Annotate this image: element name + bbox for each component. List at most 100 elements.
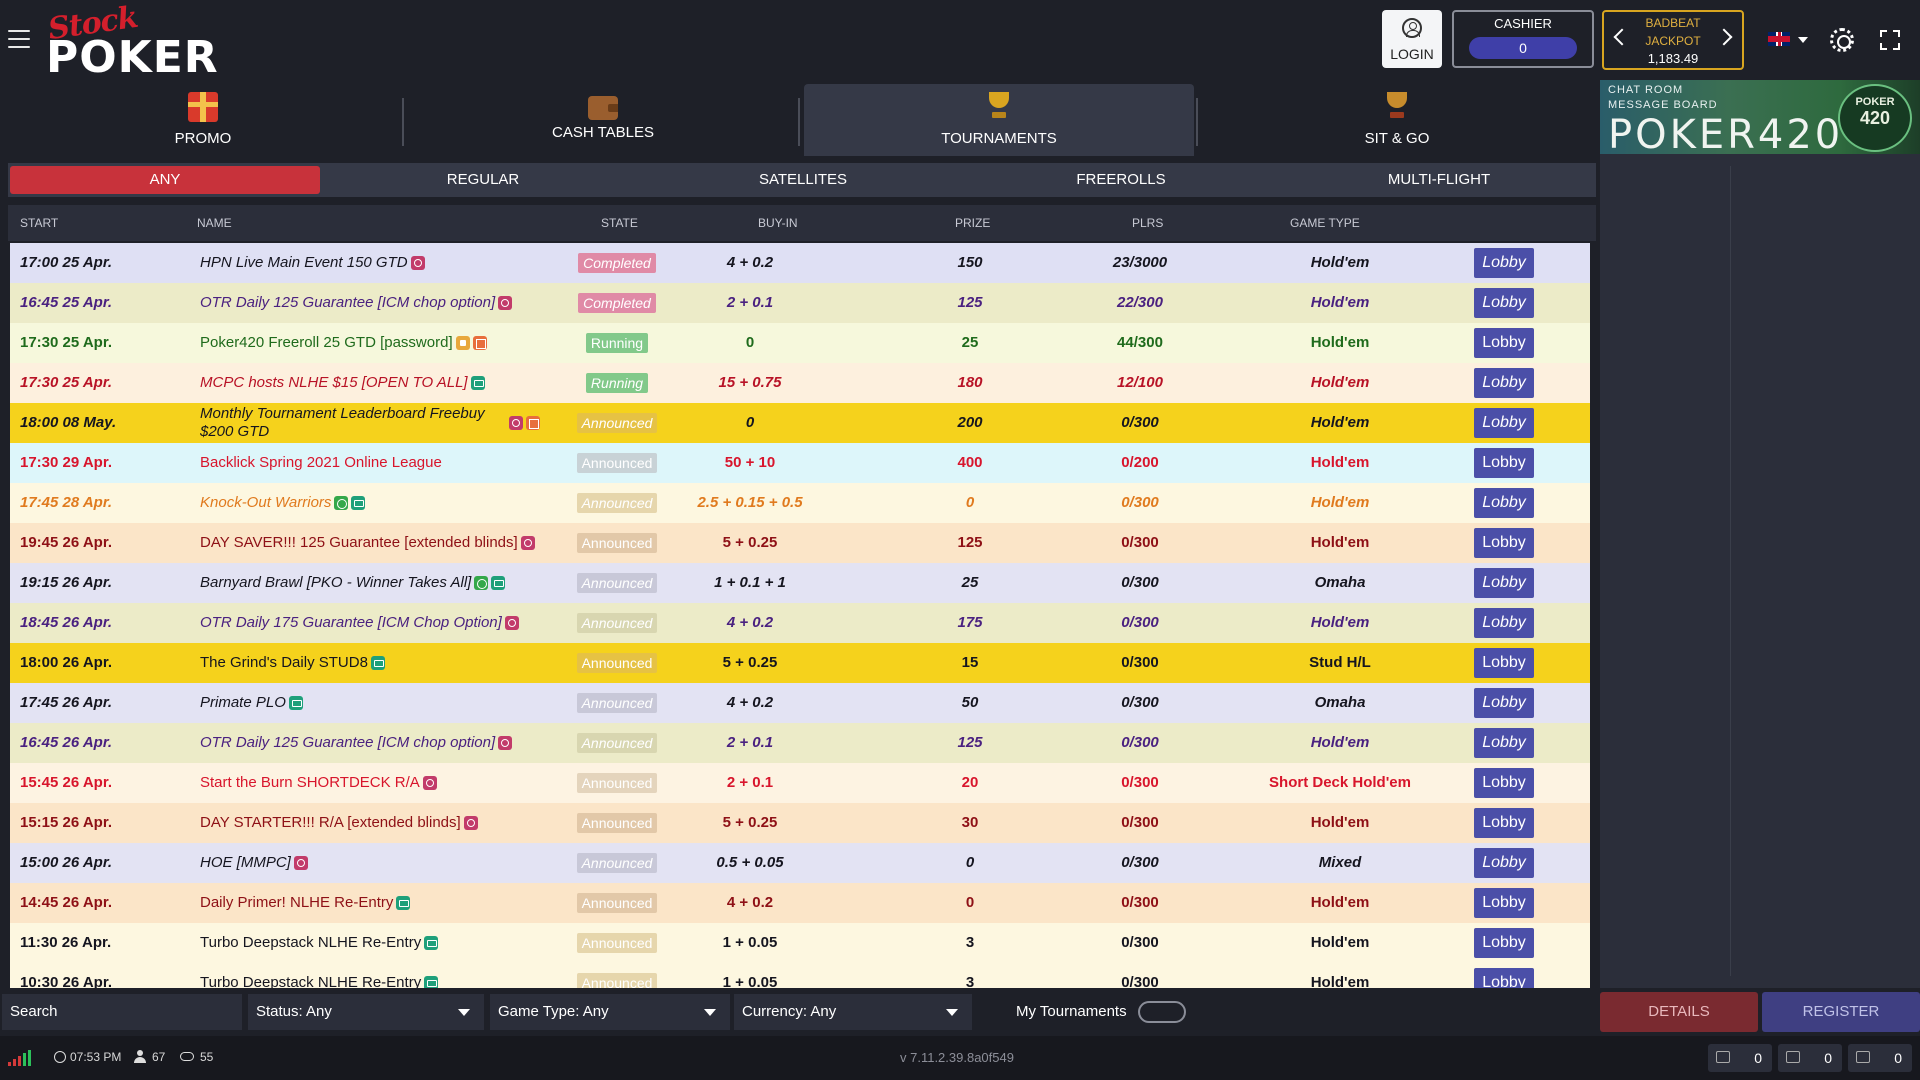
cell-start: 15:00 26 Apr. bbox=[20, 854, 112, 871]
cell-start: 11:30 26 Apr. bbox=[20, 934, 112, 951]
uk-flag-icon[interactable] bbox=[1768, 32, 1790, 46]
cell-lobby: Lobby bbox=[1472, 563, 1536, 603]
tab-cash-tables[interactable]: CASH TABLES bbox=[408, 84, 798, 156]
lobby-button[interactable]: Lobby bbox=[1474, 328, 1534, 358]
currency-select[interactable]: Currency: Any bbox=[734, 994, 972, 1030]
version-text: v 7.11.2.39.8a0f549 bbox=[900, 1050, 1014, 1065]
filter-any[interactable]: ANY bbox=[10, 166, 320, 194]
tournament-name: Barnyard Brawl [PKO - Winner Takes All] bbox=[200, 574, 472, 591]
lobby-button[interactable]: Lobby bbox=[1474, 728, 1534, 758]
table-row[interactable]: 18:00 26 Apr. The Grind's Daily STUD8 Anno… bbox=[10, 643, 1590, 683]
col-start[interactable]: START bbox=[20, 205, 58, 241]
tab-promo[interactable]: PROMO bbox=[8, 84, 398, 156]
cell-game-type: Hold'em bbox=[1310, 374, 1370, 391]
table-row[interactable]: 17:30 25 Apr. MCPC hosts NLHE $15 [OPEN T… bbox=[10, 363, 1590, 403]
cell-lobby: Lobby bbox=[1472, 643, 1536, 683]
cell-game-type: Hold'em bbox=[1310, 934, 1370, 951]
gear-icon[interactable] bbox=[1830, 28, 1854, 52]
status-badge: Announced bbox=[577, 493, 657, 513]
language-caret-icon[interactable] bbox=[1798, 37, 1808, 43]
login-button[interactable]: LOGIN bbox=[1382, 10, 1442, 68]
filter-satellites[interactable]: SATELLITES bbox=[648, 166, 958, 194]
game-type-select[interactable]: Game Type: Any bbox=[490, 994, 730, 1030]
cell-buyin: 2.5 + 0.15 + 0.5 bbox=[697, 494, 803, 511]
lobby-button[interactable]: Lobby bbox=[1474, 688, 1534, 718]
lobby-button[interactable]: Lobby bbox=[1474, 408, 1534, 438]
lobby-button[interactable]: Lobby bbox=[1474, 968, 1534, 988]
status-time: 07:53 PM bbox=[70, 1050, 122, 1064]
search-input[interactable]: Search bbox=[2, 994, 242, 1030]
table-row[interactable]: 18:00 08 May. Monthly Tournament Leaderbo… bbox=[10, 403, 1590, 443]
cell-lobby: Lobby bbox=[1472, 883, 1536, 923]
table-row[interactable]: 17:30 29 Apr. Backlick Spring 2021 Online… bbox=[10, 443, 1590, 483]
table-row[interactable]: 11:30 26 Apr. Turbo Deepstack NLHE Re-Ent… bbox=[10, 923, 1590, 963]
fullscreen-icon[interactable] bbox=[1880, 30, 1900, 50]
chat-room-banner[interactable]: CHAT ROOM MESSAGE BOARD POKER420 POKER 4… bbox=[1600, 80, 1920, 154]
details-button[interactable]: DETAILS bbox=[1600, 992, 1758, 1032]
lobby-button[interactable]: Lobby bbox=[1474, 528, 1534, 558]
lobby-button[interactable]: Lobby bbox=[1474, 248, 1534, 278]
filter-regular[interactable]: REGULAR bbox=[328, 166, 638, 194]
tab-sit-and-go[interactable]: SIT & GO bbox=[1202, 84, 1592, 156]
filter-multi-flight[interactable]: MULTI-FLIGHT bbox=[1284, 166, 1594, 194]
cell-lobby: Lobby bbox=[1472, 483, 1536, 523]
table-row[interactable]: 17:00 25 Apr. HPN Live Main Event 150 GTD… bbox=[10, 243, 1590, 283]
table-row[interactable]: 10:30 26 Apr. Turbo Deepstack NLHE Re-Ent… bbox=[10, 963, 1590, 988]
tournament-name: Start the Burn SHORTDECK R/A bbox=[200, 774, 420, 791]
table-row[interactable]: 19:45 26 Apr. DAY SAVER!!! 125 Guarantee … bbox=[10, 523, 1590, 563]
col-state[interactable]: STATE bbox=[601, 205, 638, 241]
lobby-button[interactable]: Lobby bbox=[1474, 648, 1534, 678]
lobby-button[interactable]: Lobby bbox=[1474, 848, 1534, 878]
lobby-button[interactable]: Lobby bbox=[1474, 368, 1534, 398]
table-row[interactable]: 14:45 26 Apr. Daily Primer! NLHE Re-Entry… bbox=[10, 883, 1590, 923]
tables-counter[interactable]: 0 bbox=[1848, 1044, 1912, 1072]
table-row[interactable]: 16:45 26 Apr. OTR Daily 125 Guarantee [IC… bbox=[10, 723, 1590, 763]
tournaments-counter[interactable]: 0 bbox=[1778, 1044, 1842, 1072]
col-prize[interactable]: PRIZE bbox=[955, 205, 990, 241]
col-plrs[interactable]: PLRS bbox=[1132, 205, 1163, 241]
register-button[interactable]: REGISTER bbox=[1762, 992, 1920, 1032]
login-label: LOGIN bbox=[1390, 46, 1434, 62]
cell-lobby: Lobby bbox=[1472, 443, 1536, 483]
cashier-balance: 0 bbox=[1469, 37, 1577, 59]
lobby-button[interactable]: Lobby bbox=[1474, 608, 1534, 638]
chat-icon bbox=[424, 936, 439, 950]
table-row[interactable]: 15:45 26 Apr. Start the Burn SHORTDECK R/… bbox=[10, 763, 1590, 803]
col-buyin[interactable]: BUY-IN bbox=[758, 205, 798, 241]
lobby-button[interactable]: Lobby bbox=[1474, 888, 1534, 918]
cell-prize: 400 bbox=[957, 454, 983, 471]
status-select[interactable]: Status: Any bbox=[248, 994, 484, 1030]
table-row[interactable]: 17:45 28 Apr. Knock-Out Warriors Announced… bbox=[10, 483, 1590, 523]
cashier-button[interactable]: CASHIER 0 bbox=[1452, 10, 1594, 68]
badbeat-jackpot[interactable]: BADBEAT JACKPOT 1,183.49 bbox=[1602, 10, 1744, 70]
lobby-button[interactable]: Lobby bbox=[1474, 928, 1534, 958]
cell-lobby: Lobby bbox=[1472, 683, 1536, 723]
col-name[interactable]: NAME bbox=[197, 205, 232, 241]
cell-name: MCPC hosts NLHE $15 [OPEN TO ALL] bbox=[200, 363, 540, 403]
hamburger-menu-icon[interactable] bbox=[8, 30, 30, 48]
table-row[interactable]: 16:45 25 Apr. OTR Daily 125 Guarantee [IC… bbox=[10, 283, 1590, 323]
lobby-button[interactable]: Lobby bbox=[1474, 488, 1534, 518]
col-game-type[interactable]: GAME TYPE bbox=[1290, 205, 1360, 241]
lobby-button[interactable]: Lobby bbox=[1474, 448, 1534, 478]
table-row[interactable]: 17:45 26 Apr. Primate PLO Announced 4 + 0.2… bbox=[10, 683, 1590, 723]
jackpot-value: 1,183.49 bbox=[1647, 51, 1699, 66]
table-row[interactable]: 15:00 26 Apr. HOE [MMPC] Announced 0.5 + 0.… bbox=[10, 843, 1590, 883]
lobby-button[interactable]: Lobby bbox=[1474, 768, 1534, 798]
lobby-button[interactable]: Lobby bbox=[1474, 568, 1534, 598]
my-tournaments-toggle[interactable] bbox=[1138, 1001, 1186, 1023]
cell-plrs: 0/300 bbox=[1121, 414, 1159, 431]
table-row[interactable]: 17:30 25 Apr. Poker420 Freeroll 25 GTD [p… bbox=[10, 323, 1590, 363]
lobby-button[interactable]: Lobby bbox=[1474, 288, 1534, 318]
badge-bottom: 420 bbox=[1859, 108, 1891, 128]
tab-tournaments[interactable]: TOURNAMENTS bbox=[804, 84, 1194, 156]
lobby-button[interactable]: Lobby bbox=[1474, 808, 1534, 838]
table-row[interactable]: 15:15 26 Apr. DAY STARTER!!! R/A [extende… bbox=[10, 803, 1590, 843]
filter-freerolls[interactable]: FREEROLLS bbox=[966, 166, 1276, 194]
table-row[interactable]: 18:45 26 Apr. OTR Daily 175 Guarantee [IC… bbox=[10, 603, 1590, 643]
messages-counter[interactable]: 0 bbox=[1708, 1044, 1772, 1072]
logo[interactable]: Stock POKER bbox=[46, 0, 226, 83]
table-row[interactable]: 19:15 26 Apr. Barnyard Brawl [PKO - Winne… bbox=[10, 563, 1590, 603]
cell-game-type: Omaha bbox=[1314, 694, 1366, 711]
tournament-name: OTR Daily 125 Guarantee [ICM chop option… bbox=[200, 734, 496, 751]
